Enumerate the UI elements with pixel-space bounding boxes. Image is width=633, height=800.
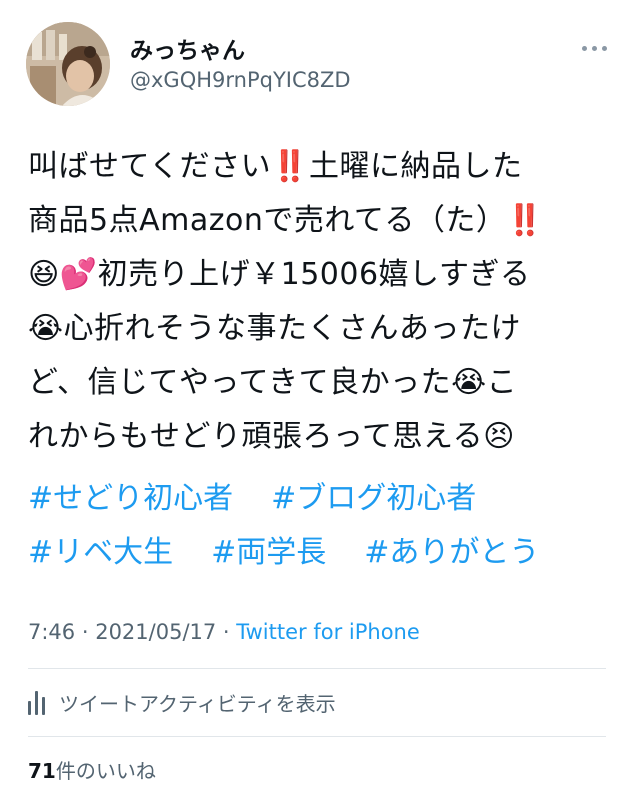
hashtag-link[interactable]: #リベ大生 <box>28 535 173 570</box>
hashtag-link[interactable]: #ブログ初心者 <box>271 481 476 516</box>
tweet-line: 😭心折れそうな事たくさんあったけ <box>28 311 522 346</box>
meta-separator: · <box>216 620 237 644</box>
more-dot <box>591 45 597 51</box>
hashtag-line: #せどり初心者 #ブログ初心者 <box>28 472 618 526</box>
hashtag-line: #リベ大生 #両学長 #ありがとう <box>28 526 618 580</box>
tweet-date[interactable]: 2021/05/17 <box>95 620 216 644</box>
tweet-text: 叫ばせてください‼️土曜に納品した 商品5点Amazonで売れてる（た）‼️ 😆… <box>28 140 618 464</box>
more-dot <box>581 45 587 51</box>
tweet-activity-label: ツイートアクティビティを表示 <box>59 691 336 716</box>
tweet-activity-link[interactable]: ツイートアクティビティを表示 <box>28 686 336 718</box>
avatar[interactable] <box>26 22 110 106</box>
avatar-photo <box>26 22 110 106</box>
likes-count: 71 <box>28 759 56 783</box>
tweet-header: みっちゃん @xGQH9rnPqYIC8ZD <box>0 0 633 110</box>
tweet-line: れからもせどり頑張ろって思える😣 <box>28 419 515 454</box>
more-options-icon[interactable] <box>574 36 614 60</box>
display-name[interactable]: みっちゃん <box>130 31 245 65</box>
hashtag-list: #せどり初心者 #ブログ初心者 #リベ大生 #両学長 #ありがとう <box>28 472 618 580</box>
likes-label: 件のいいね <box>55 759 156 783</box>
tweet-line: 叫ばせてください‼️土曜に納品した <box>28 149 523 184</box>
user-handle[interactable]: @xGQH9rnPqYIC8ZD <box>130 68 351 92</box>
hashtag-link[interactable]: #ありがとう <box>364 535 539 570</box>
likes-count-link[interactable]: 71件のいいね <box>28 756 156 786</box>
meta-separator: · <box>75 620 96 644</box>
tweet-time[interactable]: 7:46 <box>28 620 75 644</box>
hashtag-link[interactable]: #両学長 <box>211 535 326 570</box>
tweet-line: ど、信じてやってきて良かった😭こ <box>28 365 518 400</box>
more-dot <box>601 45 607 51</box>
divider <box>28 736 606 737</box>
divider <box>28 668 606 669</box>
analytics-bars-icon <box>28 689 45 715</box>
tweet-meta: 7:46 · 2021/05/17 · Twitter for iPhone <box>28 616 420 648</box>
tweet-line: 😆💕初売り上げ￥15006嬉しすぎる <box>28 257 531 292</box>
hashtag-link[interactable]: #せどり初心者 <box>28 481 233 516</box>
tweet-line: 商品5点Amazonで売れてる（た）‼️ <box>28 203 545 238</box>
tweet-source-link[interactable]: Twitter for iPhone <box>236 620 420 644</box>
